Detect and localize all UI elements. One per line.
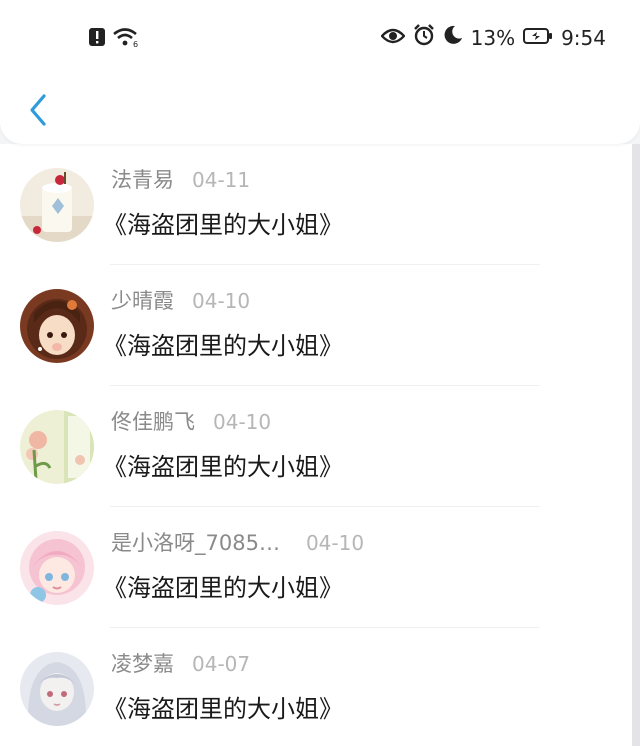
book-title[interactable]: 《海盗团里的大小姐》 — [103, 568, 364, 603]
pink-anime-avatar-icon — [20, 531, 94, 605]
svg-text:6: 6 — [133, 40, 138, 48]
book-title[interactable]: 《海盗团里的大小姐》 — [103, 447, 343, 482]
list-item[interactable]: 佟佳鹏飞 04-10 《海盗团里的大小姐》 — [0, 386, 632, 507]
list-item[interactable]: 少晴霞 04-10 《海盗团里的大小姐》 — [0, 265, 632, 386]
book-title[interactable]: 《海盗团里的大小姐》 — [103, 326, 343, 361]
username[interactable]: 是小洛呀_7085… — [111, 527, 280, 557]
book-title[interactable]: 《海盗团里的大小姐》 — [103, 689, 343, 724]
eye-icon — [379, 26, 406, 50]
username[interactable]: 佟佳鹏飞 — [111, 406, 195, 436]
comment-list: 法青易 04-11 《海盗团里的大小姐》 少晴霞 04-10 《海盗团里的大小姐… — [0, 144, 632, 746]
date: 04-11 — [192, 168, 251, 192]
date: 04-10 — [213, 410, 272, 434]
battery-charging-icon — [523, 26, 553, 50]
book-title[interactable]: 《海盗团里的大小姐》 — [103, 205, 343, 240]
username[interactable]: 法青易 — [111, 164, 174, 194]
avatar[interactable] — [20, 410, 94, 484]
silver-hair-avatar-icon — [20, 652, 94, 726]
list-item[interactable]: 凌梦嘉 04-07 《海盗团里的大小姐》 — [0, 628, 632, 746]
username[interactable]: 少晴霞 — [111, 285, 174, 315]
clock-time: 9:54 — [561, 25, 606, 50]
list-item[interactable]: 法青易 04-11 《海盗团里的大小姐》 — [0, 144, 632, 265]
battery-percent: 13% — [470, 25, 516, 50]
date: 04-07 — [192, 652, 251, 676]
back-button[interactable] — [18, 88, 58, 132]
date: 04-10 — [305, 531, 365, 555]
avatar[interactable] — [20, 531, 94, 605]
wifi-icon: 6 — [112, 26, 140, 52]
scrollbar[interactable] — [632, 144, 640, 746]
avatar[interactable] — [20, 168, 94, 242]
date: 04-10 — [192, 289, 251, 313]
username[interactable]: 凌梦嘉 — [111, 648, 174, 678]
anime-girl-avatar-icon — [20, 289, 94, 363]
moon-icon — [443, 25, 463, 50]
status-bar: 6 13% 9:54 — [0, 0, 640, 76]
list-item[interactable]: 是小洛呀_7085… 04-10 《海盗团里的大小姐》 — [0, 507, 632, 628]
cake-avatar-icon — [20, 168, 94, 242]
avatar[interactable] — [20, 289, 94, 363]
alert-icon — [88, 27, 106, 51]
header: 6 13% 9:54 — [0, 0, 640, 144]
back-arrow-icon — [30, 94, 46, 126]
alarm-icon — [413, 24, 435, 51]
flower-window-avatar-icon — [20, 410, 94, 484]
avatar[interactable] — [20, 652, 94, 726]
